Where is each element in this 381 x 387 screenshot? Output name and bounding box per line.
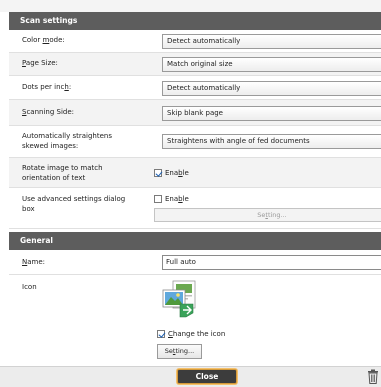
rotate-label-1: Rotate image to match xyxy=(22,164,103,172)
dpi-select[interactable]: Detect automatically xyxy=(162,81,381,96)
rotate-label-2: orientation of text xyxy=(22,174,86,182)
scan-profile-icon xyxy=(162,280,196,318)
top-strip xyxy=(0,0,381,12)
page-size-row: Page Size: Match original size xyxy=(9,53,381,76)
color-mode-label: Color mode: xyxy=(22,36,65,44)
straighten-label-1: Automatically straightens xyxy=(22,132,112,140)
dpi-label: Dots per inch: xyxy=(22,83,72,91)
straighten-select[interactable]: Straightens with angle of fed documents xyxy=(162,134,381,149)
name-row: Name: Full auto xyxy=(9,250,381,275)
name-label: Name: xyxy=(22,258,46,266)
name-input[interactable]: Full auto xyxy=(162,255,381,270)
scan-settings-header: Scan settings xyxy=(9,12,381,30)
color-mode-row: Color mode: Detect automatically xyxy=(9,30,381,53)
color-mode-select[interactable]: Detect automatically xyxy=(162,34,381,49)
advanced-label-2: box xyxy=(22,205,35,213)
rotate-enable-checkbox[interactable] xyxy=(154,169,162,177)
change-icon-label: Change the icon xyxy=(168,330,226,338)
dpi-value: Detect automatically xyxy=(167,84,241,92)
straighten-value: Straightens with angle of fed documents xyxy=(167,137,310,145)
page-size-value: Match original size xyxy=(167,60,233,68)
scanning-side-select[interactable]: Skip blank page xyxy=(162,106,381,121)
rotate-enable-label: Enable xyxy=(165,169,189,177)
scanning-side-row: Scanning Side: Skip blank page xyxy=(9,100,381,126)
straighten-label-2: skewed images: xyxy=(22,142,79,150)
page-size-label: Page Size: xyxy=(22,59,58,67)
name-value: Full auto xyxy=(166,258,196,266)
straighten-row: Automatically straightens skewed images:… xyxy=(9,126,381,158)
advanced-label-1: Use advanced settings dialog xyxy=(22,195,126,203)
scanning-side-value: Skip blank page xyxy=(167,109,223,117)
icon-setting-button[interactable]: Setting... xyxy=(157,344,202,359)
scanning-side-label: Scanning Side: xyxy=(22,108,75,116)
dpi-row: Dots per inch: Detect automatically xyxy=(9,76,381,100)
advanced-enable-label: Enable xyxy=(165,195,189,203)
close-button[interactable]: Close xyxy=(177,369,237,384)
page-size-select[interactable]: Match original size xyxy=(162,57,381,72)
color-mode-value: Detect automatically xyxy=(167,37,241,45)
general-header: General xyxy=(9,232,381,250)
advanced-enable-checkbox[interactable] xyxy=(154,195,162,203)
change-icon-checkbox[interactable] xyxy=(157,330,165,338)
advanced-row: Use advanced settings dialog box Enable … xyxy=(9,188,381,229)
icon-label: Icon xyxy=(22,283,37,291)
advanced-setting-button[interactable]: Setting... xyxy=(154,208,381,222)
rotate-row: Rotate image to match orientation of tex… xyxy=(9,158,381,188)
trash-icon[interactable] xyxy=(367,369,379,384)
